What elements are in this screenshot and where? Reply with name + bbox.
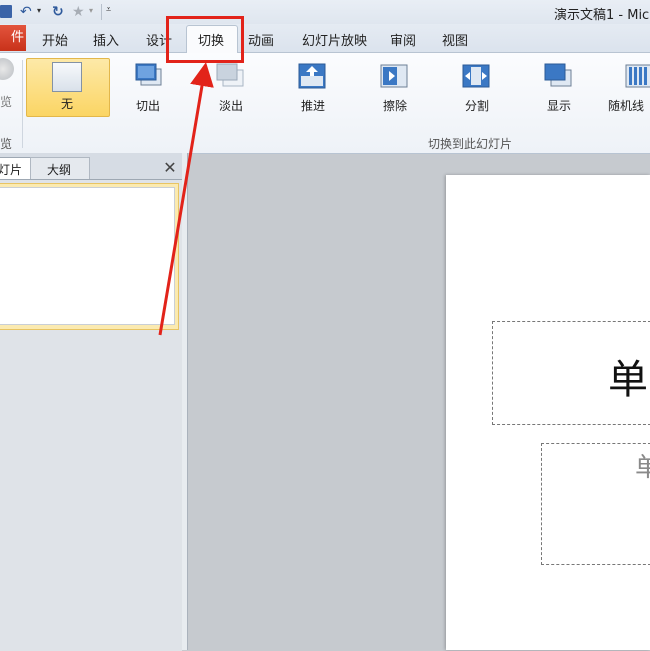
tab-slides[interactable]: 灯片 (0, 157, 31, 180)
transition-cut-label: 切出 (135, 99, 160, 113)
slide-thumbnail[interactable] (0, 187, 175, 325)
transition-reveal-label: 显示 (546, 99, 571, 113)
transition-wipe-button[interactable]: 擦除 (359, 59, 431, 115)
transition-push-button[interactable]: 推进 (277, 59, 349, 115)
pane-splitter[interactable] (182, 153, 188, 650)
transitions-group-label: 切换到此幻灯片 (428, 137, 513, 151)
preview-group-label: 览 (0, 137, 13, 151)
transition-random-bars-label: 随机线 (608, 99, 645, 113)
save-icon[interactable] (0, 5, 12, 18)
transition-split-button[interactable]: 分割 (441, 59, 513, 115)
undo-icon[interactable]: ↶ (20, 4, 32, 20)
transition-cut-button[interactable]: 切出 (112, 59, 184, 115)
tab-home[interactable]: 开始 (42, 30, 68, 49)
transition-random-bars-icon (624, 61, 650, 89)
transition-reveal-button[interactable]: 显示 (523, 59, 595, 115)
subtitle-placeholder-text: 单 (635, 453, 650, 483)
transition-push-label: 推进 (300, 99, 325, 113)
tab-review[interactable]: 审阅 (390, 30, 416, 49)
window-title: 演示文稿1 - Micr (554, 8, 650, 23)
transition-split-icon (461, 61, 490, 89)
group-divider (22, 60, 23, 148)
tab-view[interactable]: 视图 (442, 30, 468, 49)
title-bar (0, 0, 650, 24)
star-icon[interactable]: ★ (72, 4, 85, 20)
transition-none-label: 无 (60, 97, 73, 111)
chevron-down-icon[interactable]: ▾ (37, 6, 41, 22)
chevron-down-icon[interactable]: ▾ (89, 6, 93, 22)
tab-file[interactable]: 件 (0, 25, 26, 51)
tab-highlight-box (166, 16, 244, 63)
transition-push-icon (297, 61, 326, 89)
tab-slides-label: 灯片 (0, 163, 23, 177)
subtitle-placeholder[interactable] (541, 443, 650, 565)
tab-animations[interactable]: 动画 (248, 30, 274, 49)
transition-fade-icon (215, 61, 244, 89)
customize-toolbar-icon[interactable]: ⩡ (106, 5, 111, 21)
transition-wipe-icon (379, 61, 408, 89)
divider (101, 4, 102, 20)
tab-outline[interactable]: 大纲 (30, 157, 90, 180)
transition-split-label: 分割 (464, 99, 489, 113)
tab-insert[interactable]: 插入 (93, 30, 119, 49)
transition-wipe-label: 擦除 (382, 99, 407, 113)
title-placeholder-text: 单 (608, 357, 648, 403)
transition-fade-button[interactable]: 淡出 (195, 59, 267, 115)
tab-slideshow[interactable]: 幻灯片放映 (302, 30, 367, 49)
redo-icon[interactable]: ↻ (52, 4, 64, 20)
preview-label[interactable]: 览 (0, 93, 12, 110)
transition-reveal-icon (543, 61, 572, 89)
transition-fade-label: 淡出 (218, 99, 243, 113)
tab-outline-label: 大纲 (47, 163, 72, 177)
transition-cut-icon (134, 61, 162, 89)
close-icon[interactable]: ✕ (160, 158, 180, 178)
transition-none-icon (52, 62, 82, 92)
transition-random-bars-button[interactable]: 随机线 (604, 59, 650, 115)
